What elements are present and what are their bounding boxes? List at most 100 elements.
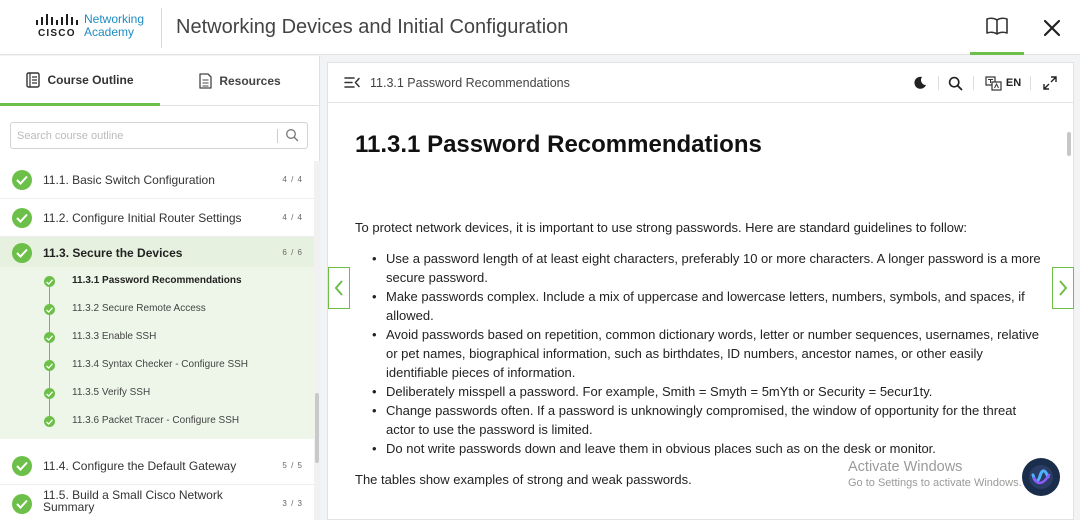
list-item: Deliberately misspell a password. For ex… <box>355 382 1045 401</box>
subitem-label: 11.3.5 Verify SSH <box>72 387 151 398</box>
tab-resources[interactable]: Resources <box>160 56 320 106</box>
top-header: CISCO Networking Academy Networking Devi… <box>0 0 1080 55</box>
course-sidebar: Course Outline Resources 11.1. Basic Sw <box>0 56 320 520</box>
content-scrollbar[interactable] <box>1067 129 1072 519</box>
activate-windows-watermark: Activate Windows Go to Settings to activ… <box>848 459 1022 489</box>
section-11-3-subitems: 11.3.1 Password Recommendations 11.3.2 S… <box>0 267 314 439</box>
tab-course-outline[interactable]: Course Outline <box>0 56 160 106</box>
subitem-label: 11.3.1 Password Recommendations <box>72 275 242 286</box>
subitem-11-3-2[interactable]: 11.3.2 Secure Remote Access <box>0 295 314 323</box>
watermark-subtitle: Go to Settings to activate Windows. <box>848 477 1022 489</box>
guideline-list: Use a password length of at least eight … <box>355 249 1045 458</box>
search-content-button[interactable] <box>945 73 965 93</box>
subitem-label: 11.3.4 Syntax Checker - Configure SSH <box>72 359 249 370</box>
subitem-11-3-6[interactable]: 11.3.6 Packet Tracer - Configure SSH <box>0 407 314 435</box>
complete-dot-icon <box>44 388 55 399</box>
outline-item-11-5[interactable]: 11.5. Build a Small Cisco Network Summar… <box>0 485 314 520</box>
progress-count: 4 / 4 <box>282 175 303 184</box>
subitem-11-3-4[interactable]: 11.3.4 Syntax Checker - Configure SSH <box>0 351 314 379</box>
outline-item-label: 11.5. Build a Small Cisco Network Summar… <box>43 489 223 513</box>
chevron-left-icon <box>334 280 343 296</box>
content-scroll-thumb[interactable] <box>1067 132 1071 156</box>
document-icon <box>199 73 212 89</box>
cisco-bars-icon <box>36 14 78 25</box>
open-book-icon <box>986 17 1008 35</box>
watermark-title: Activate Windows <box>848 459 963 475</box>
subitem-label: 11.3.3 Enable SSH <box>72 331 157 342</box>
subitem-label: 11.3.6 Packet Tracer - Configure SSH <box>72 415 240 426</box>
tab-course-outline-label: Course Outline <box>47 72 134 87</box>
content-panel: 11.3.1 Password Recommendations EN 11.3.… <box>327 62 1074 520</box>
webex-launcher-button[interactable] <box>1022 458 1060 496</box>
search-icon <box>948 76 962 90</box>
previous-page-button[interactable] <box>328 267 350 309</box>
closing-paragraph: The tables show examples of strong and w… <box>355 472 692 487</box>
outline-search <box>10 122 308 149</box>
subitem-11-3-5[interactable]: 11.3.5 Verify SSH <box>0 379 314 407</box>
article: 11.3.1 Password Recommendations To prote… <box>355 131 1045 487</box>
complete-check-icon <box>12 456 32 476</box>
cisco-networking-academy-logo[interactable]: CISCO Networking Academy <box>34 12 154 42</box>
progress-count: 5 / 5 <box>282 461 303 470</box>
dark-mode-button[interactable] <box>910 73 930 93</box>
outline-item-label: 11.3. Secure the Devices <box>43 246 183 260</box>
next-page-button[interactable] <box>1052 267 1074 309</box>
page-title: 11.3.1 Password Recommendations <box>355 131 762 158</box>
translate-icon <box>985 75 1002 91</box>
language-button[interactable]: EN <box>982 73 1024 93</box>
chevron-right-icon <box>1059 280 1068 296</box>
outline-item-11-4[interactable]: 11.4. Configure the Default Gateway 5 / … <box>0 447 314 485</box>
cisco-wordmark: CISCO <box>38 28 76 39</box>
outline-item-label: 11.1. Basic Switch Configuration <box>43 173 215 187</box>
list-item: Do not write passwords down and leave th… <box>355 439 1045 458</box>
logo-line-2: Academy <box>84 25 135 39</box>
list-item: Make passwords complex. Include a mix of… <box>355 287 1045 325</box>
close-icon <box>1043 19 1061 36</box>
complete-check-icon <box>12 243 32 263</box>
list-item: Change passwords often. If a password is… <box>355 401 1045 439</box>
sidebar-scroll-thumb[interactable] <box>315 393 319 463</box>
outline-item-label: 11.2. Configure Initial Router Settings <box>43 211 242 225</box>
collapse-menu-icon[interactable] <box>344 76 360 89</box>
outline-item-11-1[interactable]: 11.1. Basic Switch Configuration 4 / 4 <box>0 161 314 199</box>
breadcrumb: 11.3.1 Password Recommendations <box>370 76 570 90</box>
complete-dot-icon <box>44 416 55 427</box>
outline-item-label: 11.4. Configure the Default Gateway <box>43 459 237 473</box>
language-code: EN <box>1005 77 1022 89</box>
complete-dot-icon <box>44 304 55 315</box>
intro-paragraph: To protect network devices, it is import… <box>355 220 968 235</box>
toolbar-divider <box>938 76 939 90</box>
progress-count: 3 / 3 <box>282 499 303 508</box>
webex-icon <box>1029 465 1053 489</box>
list-item: Use a password length of at least eight … <box>355 249 1045 287</box>
progress-count: 4 / 4 <box>282 213 303 222</box>
subitem-11-3-1[interactable]: 11.3.1 Password Recommendations <box>0 267 314 295</box>
sidebar-scrollbar[interactable] <box>314 161 320 520</box>
fullscreen-button[interactable] <box>1041 73 1059 93</box>
progress-count: 6 / 6 <box>282 248 303 257</box>
list-item: Avoid passwords based on repetition, com… <box>355 325 1045 382</box>
search-divider <box>277 129 278 143</box>
complete-check-icon <box>12 494 32 514</box>
outline-icon <box>26 71 41 88</box>
outline-item-11-2[interactable]: 11.2. Configure Initial Router Settings … <box>0 199 314 237</box>
sidebar-tabs: Course Outline Resources <box>0 56 320 106</box>
close-button[interactable] <box>1030 0 1074 55</box>
course-title: Networking Devices and Initial Configura… <box>176 16 569 38</box>
subitem-11-3-3[interactable]: 11.3.3 Enable SSH <box>0 323 314 351</box>
logo-caption: Networking Academy <box>84 13 144 39</box>
outline-item-11-3[interactable]: 11.3. Secure the Devices 6 / 6 <box>0 237 314 267</box>
complete-dot-icon <box>44 360 55 371</box>
outline-item-label-line-2: Summary <box>43 500 95 514</box>
tab-resources-label: Resources <box>219 74 281 88</box>
toolbar-divider <box>1030 76 1031 90</box>
search-icon[interactable] <box>285 128 299 142</box>
search-input[interactable] <box>17 127 272 144</box>
header-divider <box>161 8 162 48</box>
complete-check-icon <box>12 208 32 228</box>
toolbar-divider <box>973 76 974 90</box>
expand-icon <box>1043 76 1057 90</box>
book-button[interactable] <box>970 0 1024 55</box>
app-window: CISCO Networking Academy Networking Devi… <box>0 0 1080 520</box>
subitem-label: 11.3.2 Secure Remote Access <box>72 303 206 314</box>
